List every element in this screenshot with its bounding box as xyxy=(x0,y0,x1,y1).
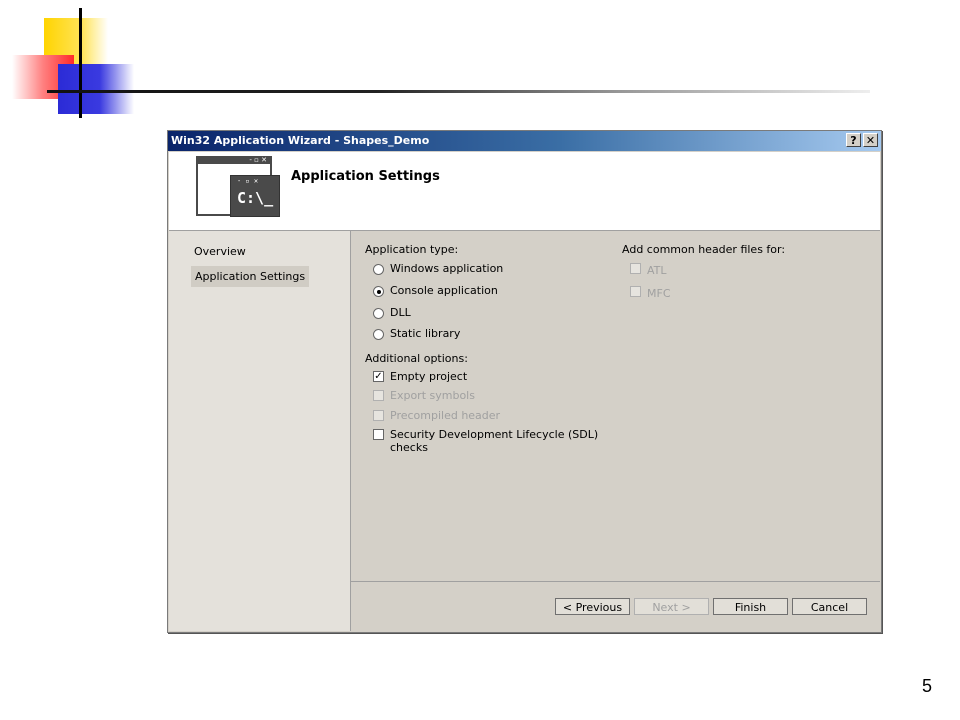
radio-static-library[interactable] xyxy=(373,329,384,340)
checkbox-label-precompiled-header: Precompiled header xyxy=(390,409,501,422)
radio-console-application[interactable] xyxy=(373,286,384,297)
decor-vertical-line xyxy=(79,8,82,118)
checkbox-label-empty-project[interactable]: Empty project xyxy=(390,370,467,383)
checkbox-atl xyxy=(630,263,641,274)
finish-button[interactable]: Finish xyxy=(713,598,788,615)
title-bar[interactable]: Win32 Application Wizard - Shapes_Demo ?… xyxy=(168,131,881,151)
close-button[interactable]: ✕ xyxy=(863,133,878,147)
app-type-label: Application type: xyxy=(365,243,459,256)
checkbox-label-mfc: MFC xyxy=(647,287,671,300)
checkbox-export-symbols xyxy=(373,390,384,401)
checkbox-precompiled-header xyxy=(373,410,384,421)
wizard-header: - ▫ ✕ - ▫ ✕ C:\_ Application Settings xyxy=(169,152,880,231)
next-button: Next > xyxy=(634,598,709,615)
cancel-button[interactable]: Cancel xyxy=(792,598,867,615)
settings-panel: Application type: Windows application Co… xyxy=(351,231,880,581)
radio-label-console-application[interactable]: Console application xyxy=(390,284,498,297)
radio-dll[interactable] xyxy=(373,308,384,319)
checkbox-label-sdl-line1[interactable]: Security Development Lifecycle (SDL) xyxy=(390,428,598,441)
checkbox-mfc xyxy=(630,286,641,297)
slide-page-number: 5 xyxy=(921,676,932,696)
nav-item-overview[interactable]: Overview xyxy=(191,243,249,260)
checkbox-label-export-symbols: Export symbols xyxy=(390,389,475,402)
window-title: Win32 Application Wizard - Shapes_Demo xyxy=(171,134,430,147)
wizard-footer: < Previous Next > Finish Cancel xyxy=(351,581,880,632)
previous-button[interactable]: < Previous xyxy=(555,598,630,615)
checkbox-label-sdl-line2[interactable]: checks xyxy=(390,441,428,454)
header-files-label: Add common header files for: xyxy=(622,243,786,256)
additional-options-label: Additional options: xyxy=(365,352,468,365)
radio-label-windows-application[interactable]: Windows application xyxy=(390,262,503,275)
checkbox-empty-project[interactable]: ✓ xyxy=(373,371,384,382)
checkbox-label-atl: ATL xyxy=(647,264,667,277)
wizard-dialog: Win32 Application Wizard - Shapes_Demo ?… xyxy=(167,130,882,633)
radio-label-static-library[interactable]: Static library xyxy=(390,327,460,340)
nav-item-application-settings[interactable]: Application Settings xyxy=(191,266,310,287)
radio-windows-application[interactable] xyxy=(373,264,384,275)
page-title: Application Settings xyxy=(291,169,440,184)
console-app-icon: - ▫ ✕ C:\_ xyxy=(230,175,280,217)
wizard-nav: Overview Application Settings xyxy=(169,231,351,631)
decor-blue-square xyxy=(58,64,134,114)
radio-label-dll[interactable]: DLL xyxy=(390,306,411,319)
checkbox-sdl-checks[interactable] xyxy=(373,429,384,440)
help-button[interactable]: ? xyxy=(846,133,861,147)
console-icon-glyph: C:\_ xyxy=(237,189,274,207)
decor-horizontal-line xyxy=(47,90,870,93)
radio-selected-dot xyxy=(376,289,381,294)
